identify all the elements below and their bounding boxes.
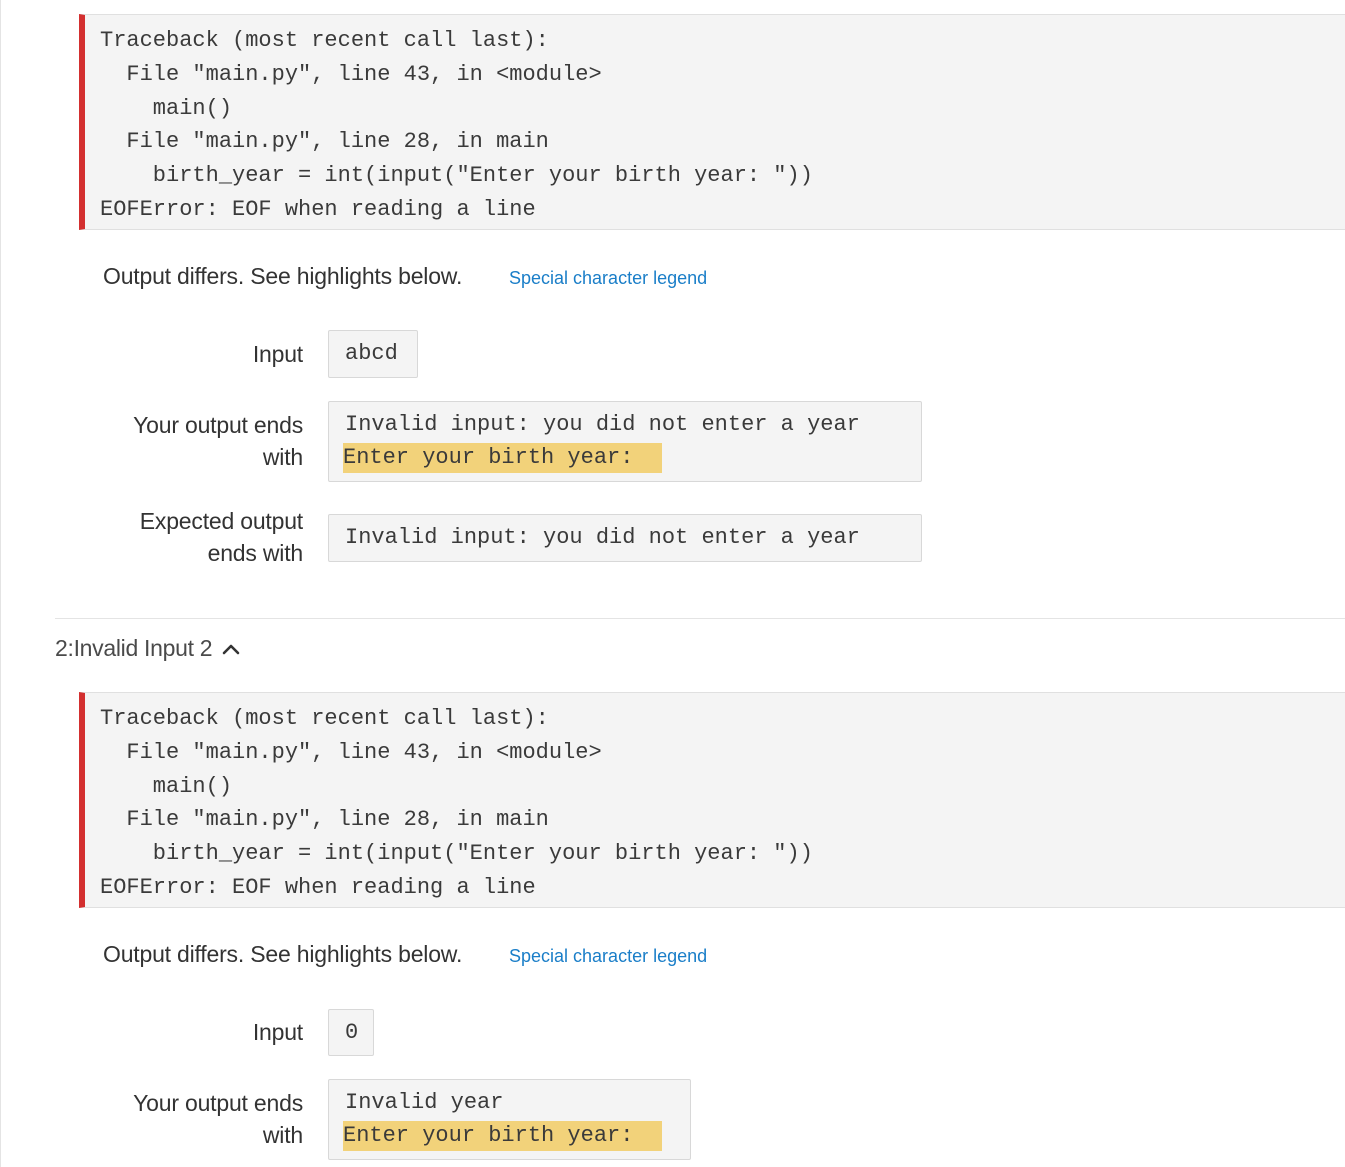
traceback-line: main() (100, 95, 233, 121)
section-title: 2:Invalid Input 2 (55, 635, 213, 661)
input-label: Input (252, 1019, 303, 1045)
test-section-header[interactable]: 2:Invalid Input 2 (55, 635, 240, 662)
diff-message: Output differs. See highlights below. (103, 941, 463, 967)
traceback-line: File "main.py", line 43, in <module> (100, 739, 602, 765)
your-output-line: Invalid year (345, 1090, 504, 1115)
expected-output-box: Invalid input: you did not enter a year (328, 514, 922, 562)
traceback-line: main() (100, 773, 233, 799)
traceback-line: birth_year = int(input("Enter your birth… (100, 841, 813, 867)
section-divider (55, 618, 1345, 619)
input-box: abcd (328, 330, 418, 378)
input-box: 0 (328, 1009, 374, 1056)
traceback-line: Traceback (most recent call last): (100, 28, 549, 53)
traceback-line: birth_year = int(input("Enter your birth… (100, 163, 813, 189)
traceback-line: File "main.py", line 43, in <module> (100, 61, 602, 87)
your-output-box: Invalid year Enter your birth year: (328, 1079, 691, 1160)
traceback-line: File "main.py", line 28, in main (100, 807, 549, 833)
traceback-line: File "main.py", line 28, in main (100, 129, 549, 155)
your-output-label: Your output ends with (103, 1087, 303, 1151)
your-output-label-line1: Your output ends (133, 1090, 303, 1116)
traceback-line: EOFError: EOF when reading a line (100, 196, 536, 222)
special-character-legend-link[interactable]: Special character legend (509, 946, 707, 967)
input-label: Input (252, 341, 303, 367)
diff-message: Output differs. See highlights below. (103, 263, 463, 289)
input-value: abcd (345, 341, 398, 366)
expected-output-label-line2: ends with (207, 540, 304, 566)
traceback-line: Traceback (most recent call last): (100, 706, 549, 731)
special-character-legend-link[interactable]: Special character legend (509, 268, 707, 289)
your-output-label-line1: Your output ends (133, 412, 303, 438)
chevron-up-icon (222, 644, 240, 654)
error-traceback: Traceback (most recent call last): File … (79, 692, 1345, 908)
your-output-label-line2: with (262, 1122, 303, 1148)
your-output-highlighted-line: Enter your birth year: (343, 1120, 662, 1151)
left-border (0, 0, 1, 1167)
expected-output-label-line1: Expected output (139, 508, 303, 534)
input-value: 0 (345, 1020, 359, 1045)
your-output-highlighted-line: Enter your birth year: (343, 442, 662, 473)
your-output-box: Invalid input: you did not enter a year … (328, 401, 922, 482)
error-traceback: Traceback (most recent call last): File … (79, 14, 1345, 230)
your-output-label-line2: with (262, 444, 303, 470)
traceback-line: EOFError: EOF when reading a line (100, 874, 536, 900)
your-output-line: Invalid input: you did not enter a year (345, 412, 860, 437)
expected-output-line: Invalid input: you did not enter a year (345, 525, 860, 550)
expected-output-label: Expected output ends with (103, 505, 303, 569)
your-output-label: Your output ends with (103, 409, 303, 473)
